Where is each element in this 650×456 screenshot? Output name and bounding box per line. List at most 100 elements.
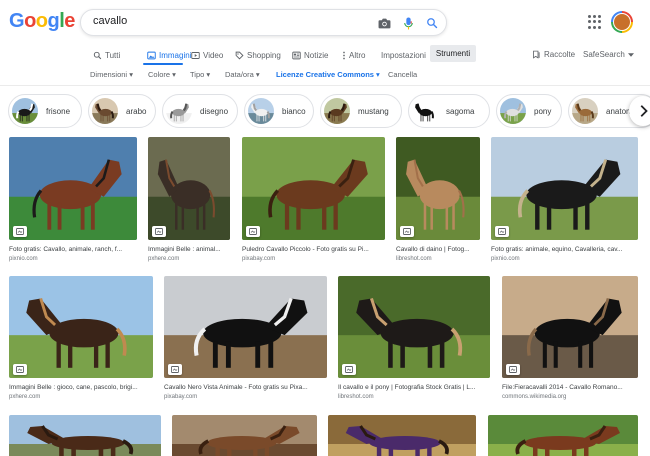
chip-arabo[interactable]: arabo xyxy=(88,94,156,128)
result-thumbnail[interactable] xyxy=(396,137,480,240)
microphone-icon[interactable] xyxy=(401,16,415,30)
filter-licenze[interactable]: Licenze Creative Commons ▾ xyxy=(276,70,380,79)
result-thumbnail[interactable] xyxy=(488,415,638,456)
search-icon[interactable] xyxy=(425,16,439,30)
license-badge-icon xyxy=(495,226,509,237)
result-source[interactable]: pxhere.com xyxy=(9,394,40,400)
license-badge-icon xyxy=(246,226,260,237)
google-logo[interactable]: Google xyxy=(9,10,75,33)
chip-thumbnail xyxy=(92,98,118,124)
result-title[interactable]: Cavallo Nero Vista Animale - Foto gratis… xyxy=(164,384,327,391)
filter-bar: Dimensioni ▾ Colore ▾ Tipo ▾ Data/ora ▾ … xyxy=(0,66,650,84)
safesearch-dropdown[interactable]: SafeSearch xyxy=(583,50,634,59)
divider xyxy=(0,85,650,86)
filter-label: Licenze Creative Commons xyxy=(276,70,374,79)
header: Google xyxy=(0,0,650,44)
filter-label: Cancella xyxy=(388,70,418,79)
filter-label: Colore xyxy=(148,70,171,79)
result-thumbnail[interactable] xyxy=(328,415,476,456)
collections-label: Raccolte xyxy=(544,50,576,59)
tab-label: Impostazioni xyxy=(381,50,426,60)
result-thumbnail[interactable] xyxy=(338,276,490,378)
search-box[interactable] xyxy=(80,9,447,36)
result-thumbnail[interactable] xyxy=(148,137,230,240)
tab-label: Altro xyxy=(349,50,366,60)
filter-label: Dimensioni xyxy=(90,70,128,79)
tools-button[interactable]: Strumenti xyxy=(430,45,476,62)
chip-pony[interactable]: pony xyxy=(496,94,562,128)
camera-icon[interactable] xyxy=(377,16,391,30)
search-input[interactable] xyxy=(93,15,343,27)
tab-label: Shopping xyxy=(247,50,281,60)
result-source[interactable]: pixnio.com xyxy=(491,256,520,262)
tab-impostazioni[interactable]: Impostazioni xyxy=(381,48,426,62)
result-title[interactable]: Foto gratis: animale, equino, Cavalleria… xyxy=(491,246,638,253)
chip-thumbnail xyxy=(572,98,598,124)
result-thumbnail[interactable] xyxy=(9,276,153,378)
result-title[interactable]: Immagini Belle : animal... xyxy=(148,246,230,253)
collections-link[interactable]: Raccolte xyxy=(532,50,575,59)
chip-label: arabo xyxy=(126,106,147,116)
safesearch-label: SafeSearch xyxy=(583,50,625,59)
result-source[interactable]: pixnio.com xyxy=(9,256,38,262)
filter-colore[interactable]: Colore ▾ xyxy=(148,70,176,79)
logo-letter: G xyxy=(9,10,25,32)
chip-mustang[interactable]: mustang xyxy=(320,94,402,128)
result-thumbnail[interactable] xyxy=(491,137,638,240)
avatar[interactable] xyxy=(611,11,633,33)
result-thumbnail[interactable] xyxy=(9,415,161,456)
result-source[interactable]: commons.wikimedia.org xyxy=(502,394,566,400)
result-source[interactable]: libreshot.com xyxy=(396,256,432,262)
result-source[interactable]: libreshot.com xyxy=(338,394,374,400)
tab-altro[interactable]: Altro xyxy=(342,48,365,62)
result-thumbnail[interactable] xyxy=(9,137,137,240)
result-title[interactable]: Foto gratis: Cavallo, animale, ranch, f.… xyxy=(9,246,137,253)
result-source[interactable]: pxhere.com xyxy=(148,256,179,262)
result-title[interactable]: Puledro Cavallo Piccolo - Foto gratis su… xyxy=(242,246,385,253)
license-badge-icon xyxy=(13,226,27,237)
result-thumbnail[interactable] xyxy=(164,276,327,378)
filter-cancella[interactable]: Cancella xyxy=(388,70,417,79)
chip-thumbnail xyxy=(324,98,350,124)
chip-bianco[interactable]: bianco xyxy=(244,94,314,128)
result-thumbnail[interactable] xyxy=(172,415,317,456)
chip-frisone[interactable]: frisone xyxy=(8,94,82,128)
logo-letter: o xyxy=(24,10,36,32)
active-tab-indicator xyxy=(143,63,183,65)
tab-shopping[interactable]: Shopping xyxy=(235,48,281,62)
tab-immagini[interactable]: Immagini xyxy=(147,48,191,62)
video-icon xyxy=(191,51,200,59)
chip-label: mustang xyxy=(358,106,389,116)
result-title[interactable]: Immagini Belle : gioco, cane, pascolo, b… xyxy=(9,384,153,391)
result-title[interactable]: Il cavallo e il pony | Fotografia Stock … xyxy=(338,384,490,391)
tab-tutti[interactable]: Tutti xyxy=(93,48,120,62)
license-badge-icon xyxy=(168,364,182,375)
result-thumbnail[interactable] xyxy=(502,276,638,378)
result-thumbnail[interactable] xyxy=(242,137,385,240)
apps-grid-icon[interactable] xyxy=(588,15,602,29)
chips-next-button[interactable] xyxy=(629,96,650,126)
filter-tipo[interactable]: Tipo ▾ xyxy=(190,70,210,79)
chip-thumbnail xyxy=(248,98,274,124)
tab-video[interactable]: Video xyxy=(191,48,223,62)
chip-sagoma[interactable]: sagoma xyxy=(408,94,490,128)
license-badge-icon xyxy=(506,364,520,375)
bookmark-collection-icon xyxy=(533,50,540,59)
tag-icon xyxy=(235,51,244,60)
chip-label: bianco xyxy=(282,106,306,116)
result-source[interactable]: pixabay.com xyxy=(164,394,197,400)
logo-letter: e xyxy=(64,10,75,32)
tab-notizie[interactable]: Notizie xyxy=(292,48,328,62)
logo-letter: g xyxy=(47,10,60,32)
result-title[interactable]: Cavallo di daino | Fotog... xyxy=(396,246,480,253)
chip-label: frisone xyxy=(46,106,71,116)
result-source[interactable]: pixabay.com xyxy=(242,256,275,262)
filter-dimensioni[interactable]: Dimensioni ▾ xyxy=(90,70,133,79)
chip-label: disegno xyxy=(200,106,229,116)
result-title[interactable]: File:Fieracavalli 2014 - Cavallo Romano.… xyxy=(502,384,638,391)
tab-label: Tutti xyxy=(105,50,121,60)
chip-disegno[interactable]: disegno xyxy=(162,94,238,128)
tab-label: Notizie xyxy=(304,50,329,60)
license-badge-icon xyxy=(342,364,356,375)
filter-data-ora[interactable]: Data/ora ▾ xyxy=(225,70,260,79)
